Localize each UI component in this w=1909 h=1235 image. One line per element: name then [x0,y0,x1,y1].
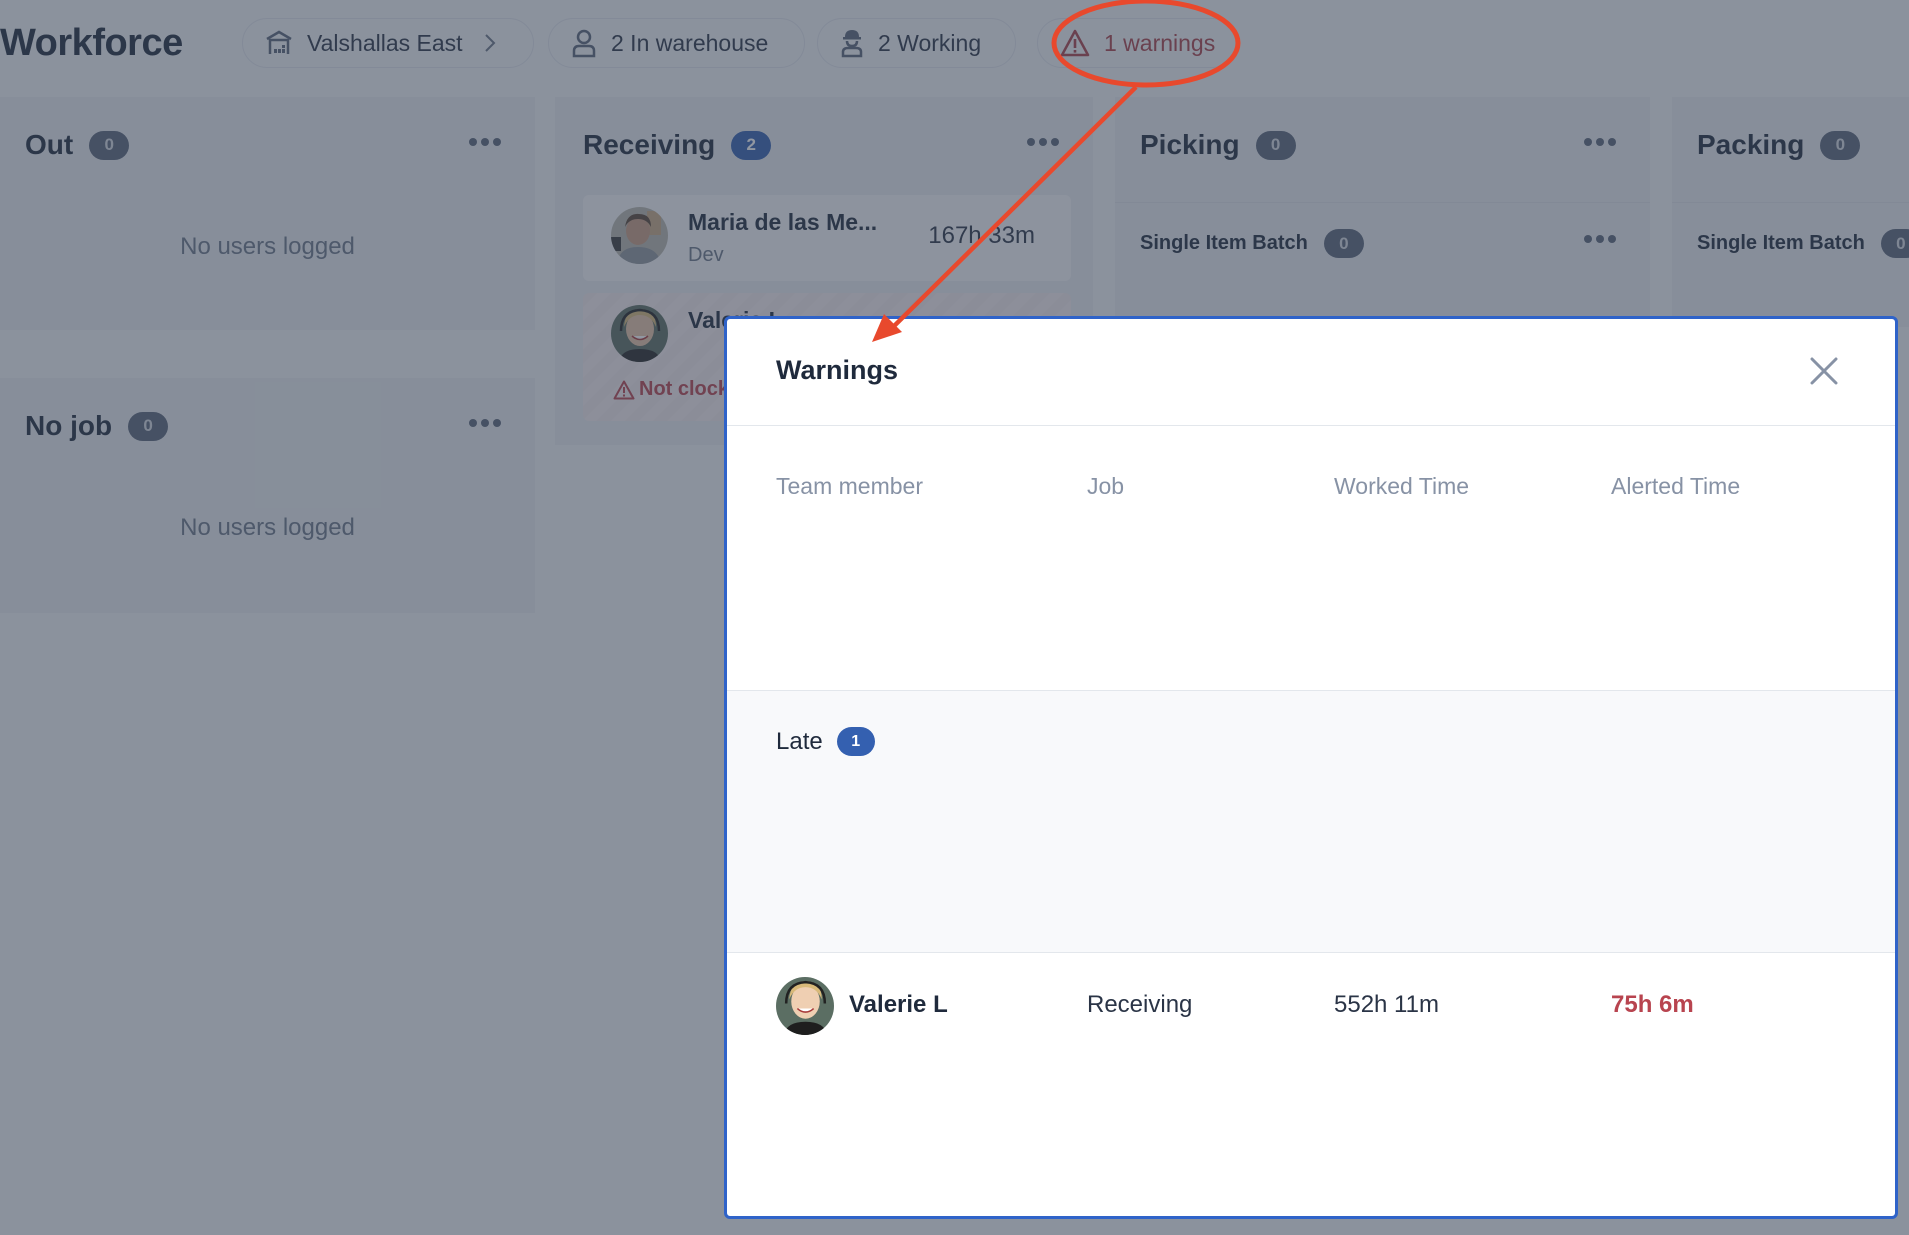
job-name: Receiving [1087,991,1193,1018]
warnings-modal: Warnings Team member Job Worked Time Ale… [724,316,1898,1219]
group-label: Late [776,727,823,755]
member-name: Valerie L [849,991,948,1018]
modal-header: Warnings [727,319,1895,426]
avatar [776,977,834,1035]
table-row[interactable]: Valerie L Receiving 552h 11m 75h 6m [727,953,1895,1073]
workforce-page: Workforce Valshallas East 2 In warehouse… [0,0,1909,1235]
close-button[interactable] [1806,353,1842,389]
table-header: Team member Job Worked Time Alerted Time [727,426,1895,690]
warning-group-late: Late 1 [727,690,1895,953]
group-count-badge: 1 [836,727,875,756]
close-icon [1810,357,1838,385]
modal-title: Warnings [776,355,899,385]
column-header-team-member: Team member [776,473,923,499]
column-header-alerted-time: Alerted Time [1611,473,1741,499]
alerted-time: 75h 6m [1611,991,1694,1018]
column-header-worked-time: Worked Time [1334,473,1470,499]
column-header-job: Job [1087,473,1125,499]
worked-time: 552h 11m [1334,991,1439,1018]
